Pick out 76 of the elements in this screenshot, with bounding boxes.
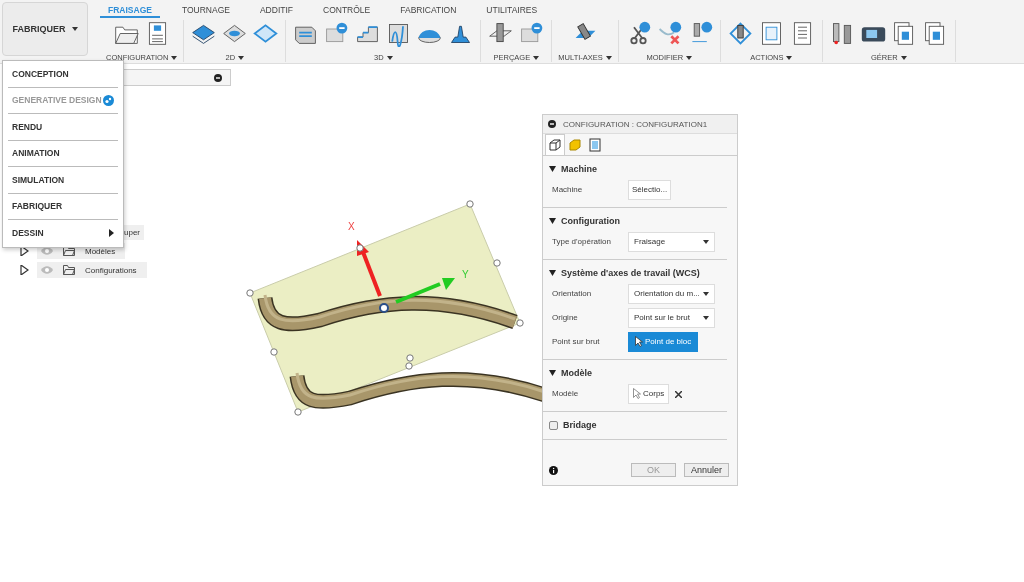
field-label: Modèle	[551, 389, 580, 398]
badge-icon	[103, 94, 114, 106]
field-label: Type d'opération	[551, 237, 612, 246]
collapse-arrow-icon[interactable]	[549, 218, 556, 224]
checkbox[interactable]	[549, 420, 558, 430]
dropdown-field[interactable]: Fraisage	[628, 231, 715, 252]
y-axis-arrow	[395, 278, 455, 304]
info-icon[interactable]	[549, 465, 558, 475]
dropdown-field[interactable]: Orientation du m...	[628, 283, 715, 304]
panel-title: CONFIGURATION : CONFIGURATION1	[563, 119, 708, 129]
grip-handle[interactable]	[466, 200, 474, 208]
menu-item[interactable]: CONCEPTION	[8, 61, 118, 88]
caret-icon	[238, 55, 245, 60]
menu-item[interactable]: ANIMATION	[8, 140, 118, 167]
folder-icon	[63, 265, 75, 275]
tree-item[interactable]: Configurations	[37, 262, 147, 278]
expand-arrow-icon[interactable]	[20, 246, 29, 256]
dialog-button[interactable]: Annuler	[683, 463, 729, 477]
caret-icon	[703, 291, 709, 296]
caret-icon	[386, 55, 393, 60]
axis-label: X	[348, 221, 355, 232]
caret-icon	[686, 55, 693, 60]
workspace-button[interactable]: FABRIQUER	[2, 2, 88, 56]
selection-button[interactable]: Corps	[628, 383, 670, 404]
section-title: Système d'axes de travail (WCS)	[561, 268, 700, 278]
field-label: Origine	[551, 313, 579, 322]
grip-handle[interactable]	[356, 244, 364, 252]
collapse-icon[interactable]	[214, 74, 222, 82]
section-title: Modèle	[561, 368, 592, 378]
ribbon-tab[interactable]: TOURNAGE	[173, 0, 238, 18]
section-title: Machine	[561, 164, 597, 174]
cursor-icon	[635, 336, 643, 347]
menu-item[interactable]: SIMULATION	[8, 167, 118, 194]
ribbon-tab[interactable]: ADDITIF	[251, 0, 301, 18]
caret-icon	[703, 239, 709, 244]
caret-icon	[703, 315, 709, 320]
field-label: Orientation	[551, 289, 593, 298]
caret-icon	[533, 55, 540, 60]
caret-icon	[71, 27, 78, 31]
grip-handle[interactable]	[493, 259, 501, 267]
submenu-arrow-icon	[109, 229, 114, 238]
panel-tab[interactable]	[545, 134, 565, 155]
folder-icon	[63, 246, 75, 256]
caret-icon	[171, 55, 178, 60]
caret-icon	[605, 55, 612, 60]
sheet-icon	[587, 137, 603, 153]
selection-button[interactable]: Point de bloc	[628, 331, 699, 352]
expand-arrow-icon[interactable]	[20, 265, 29, 275]
grip-handle[interactable]	[516, 319, 524, 327]
box-outline-icon	[547, 137, 563, 153]
menu-item[interactable]: FABRIQUER	[8, 193, 118, 220]
grip-handle[interactable]	[246, 289, 254, 297]
ribbon-tab[interactable]: FABRICATION	[392, 0, 465, 18]
close-icon	[675, 390, 683, 398]
cursor-icon	[633, 388, 641, 399]
field-label: Machine	[551, 185, 584, 194]
section-title: Bridage	[563, 420, 597, 430]
field-label: Point sur brut	[551, 337, 601, 346]
caret-icon	[786, 55, 793, 60]
cube-icon	[567, 137, 583, 153]
section-title: Configuration	[561, 216, 620, 226]
collapse-arrow-icon[interactable]	[549, 270, 556, 276]
origin-point[interactable]	[379, 303, 389, 313]
select-machine-button[interactable]: Sélectio...	[628, 179, 672, 200]
grip-handle[interactable]	[294, 408, 302, 416]
collapse-arrow-icon[interactable]	[549, 370, 556, 376]
ribbon-tab[interactable]: CONTRÔLE	[315, 0, 379, 18]
caret-icon	[900, 55, 907, 60]
collapse-icon[interactable]	[548, 120, 556, 128]
axis-label: Y	[462, 269, 469, 280]
dropdown-field[interactable]: Point sur le brut	[628, 307, 715, 328]
collapse-arrow-icon[interactable]	[549, 166, 556, 172]
menu-item[interactable]: RENDU	[8, 114, 118, 141]
grip-handle[interactable]	[270, 348, 278, 356]
ribbon-tab[interactable]: UTILITAIRES	[478, 0, 546, 18]
tree-label[interactable]: uper	[124, 224, 144, 240]
